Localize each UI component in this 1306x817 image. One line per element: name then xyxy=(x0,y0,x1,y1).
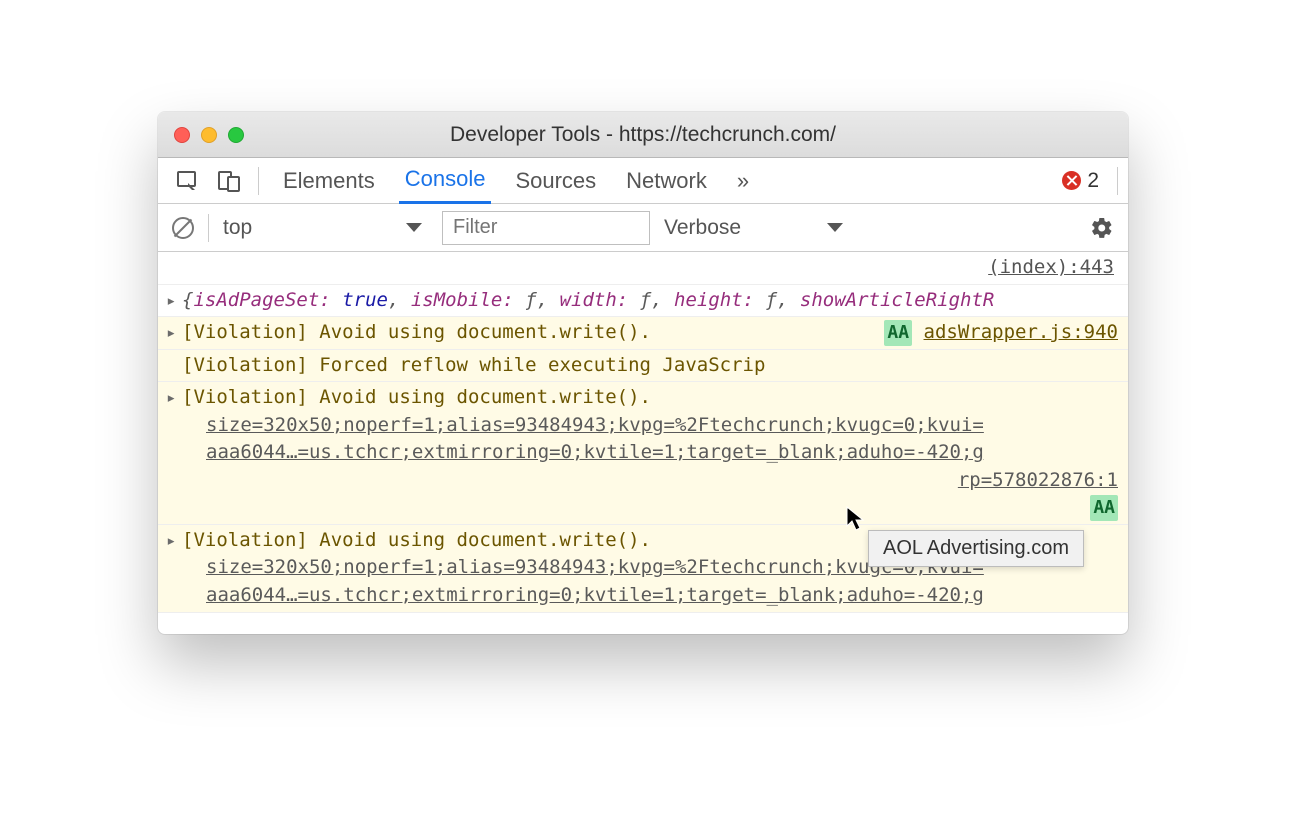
source-link[interactable]: (index):443 xyxy=(988,256,1114,278)
source-link-row: (index):443 xyxy=(158,252,1128,285)
badge-tooltip: AOL Advertising.com xyxy=(868,530,1084,567)
log-level-selector[interactable]: Verbose xyxy=(664,211,849,245)
violation-detail: size=320x50;noperf=1;alias=93484943;kvpg… xyxy=(206,412,1118,440)
tab-network[interactable]: Network xyxy=(620,158,713,204)
violation-text: [Violation] Forced reflow while executin… xyxy=(182,354,765,376)
log-entry-object[interactable]: {isAdPageSet: true, isMobile: ƒ, width: … xyxy=(158,285,1128,318)
context-value: top xyxy=(223,216,252,240)
chevron-down-icon xyxy=(827,223,843,232)
log-level-value: Verbose xyxy=(664,216,741,240)
violation-text: [Violation] Avoid using document.write()… xyxy=(182,319,884,347)
filter-input[interactable] xyxy=(442,211,650,245)
cursor-icon xyxy=(846,506,866,537)
violation-detail: aaa6044…=us.tchcr;extmirroring=0;kvtile=… xyxy=(206,439,1118,467)
violation-detail: rp=578022876:1 xyxy=(206,467,1118,495)
window-title: Developer Tools - https://techcrunch.com… xyxy=(158,123,1128,147)
log-entry-violation[interactable]: [Violation] Forced reflow while executin… xyxy=(158,350,1128,383)
inspect-element-icon[interactable] xyxy=(176,169,200,193)
log-entry-violation[interactable]: [Violation] Avoid using document.write()… xyxy=(158,382,1128,525)
device-toggle-icon[interactable] xyxy=(218,169,240,193)
context-selector[interactable]: top xyxy=(223,211,428,245)
separator xyxy=(208,214,209,242)
console-output: (index):443 {isAdPageSet: true, isMobile… xyxy=(158,252,1128,634)
violation-detail: aaa6044…=us.tchcr;extmirroring=0;kvtile=… xyxy=(206,582,1118,610)
error-count-badge[interactable]: 2 xyxy=(1062,169,1099,193)
tabs-bar: Elements Console Sources Network » 2 xyxy=(158,158,1128,204)
settings-icon[interactable] xyxy=(1090,216,1114,240)
console-toolbar: top Verbose xyxy=(158,204,1128,252)
clear-console-icon[interactable] xyxy=(172,217,194,239)
violation-text: [Violation] Avoid using document.write()… xyxy=(182,384,1118,412)
source-link[interactable]: adsWrapper.js:940 xyxy=(924,321,1118,343)
separator xyxy=(1117,167,1118,195)
tab-elements[interactable]: Elements xyxy=(277,158,381,204)
separator xyxy=(258,167,259,195)
error-icon xyxy=(1062,171,1081,190)
error-count: 2 xyxy=(1087,169,1099,193)
thirdparty-badge[interactable]: AA xyxy=(884,320,912,346)
tab-sources[interactable]: Sources xyxy=(509,158,602,204)
thirdparty-badge[interactable]: AA xyxy=(1090,495,1118,521)
log-entry-violation[interactable]: [Violation] Avoid using document.write()… xyxy=(158,317,1128,350)
tab-console[interactable]: Console xyxy=(399,158,492,204)
titlebar: Developer Tools - https://techcrunch.com… xyxy=(158,112,1128,158)
devtools-window: Developer Tools - https://techcrunch.com… xyxy=(158,112,1128,634)
chevron-down-icon xyxy=(406,223,422,232)
tabs-overflow[interactable]: » xyxy=(731,158,755,204)
